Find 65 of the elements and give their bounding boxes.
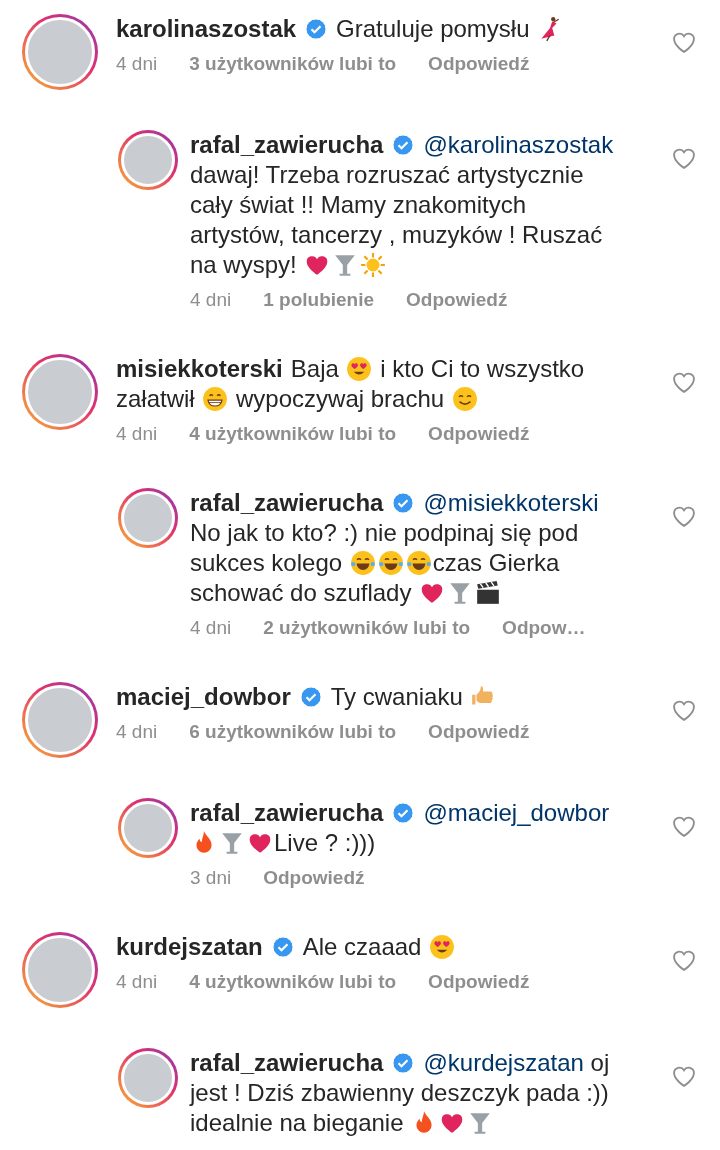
avatar[interactable]: [118, 488, 178, 548]
comment-text: Ty cwaniaku: [330, 683, 464, 710]
comment-text: dawaj! Trzeba rozruszać artystycznie: [190, 161, 584, 188]
username[interactable]: rafal_zawierucha: [190, 1049, 384, 1076]
username[interactable]: rafal_zawierucha: [190, 489, 384, 516]
comment-text: idealnie na bieganie: [190, 1109, 405, 1136]
comment-text: sukces kolego: [190, 549, 344, 576]
avatar[interactable]: [118, 798, 178, 858]
timestamp: 4 dni: [116, 970, 158, 994]
comment-text: Ale czaaad: [302, 933, 423, 960]
username[interactable]: kurdejszatan: [116, 933, 263, 960]
laughing-tears-face-icon: [349, 550, 376, 576]
comment-text: schować do szuflady: [190, 579, 413, 606]
username[interactable]: rafal_zawierucha: [190, 799, 384, 826]
timestamp: 4 dni: [116, 52, 158, 76]
username[interactable]: karolinaszostak: [116, 15, 297, 42]
likes-count-link[interactable]: 2 użytkowników lubi to: [263, 614, 471, 642]
reply-link[interactable]: Odpowiedź: [428, 420, 530, 448]
timestamp: 4 dni: [116, 720, 158, 744]
likes-count-link[interactable]: 1 polubienie: [263, 286, 375, 314]
reply-link[interactable]: Odpowiedź: [406, 286, 508, 314]
comment-text: na wyspy!: [190, 251, 298, 278]
likes-count-link[interactable]: 4 użytkowników lubi to: [189, 420, 397, 448]
mention-link[interactable]: @misiekkoterski: [423, 489, 599, 516]
smiling-face-icon: [451, 386, 478, 412]
comment-text: cały świat !! Mamy znakomitych: [190, 191, 527, 218]
timestamp: 4 dni: [116, 422, 158, 446]
mention-link[interactable]: @kurdejszatan: [423, 1049, 584, 1076]
avatar[interactable]: [118, 1048, 178, 1108]
reply-link[interactable]: Odpowiedź: [428, 50, 530, 78]
grinning-face-icon: [202, 386, 229, 412]
comment-text: Baja: [290, 355, 340, 382]
reply-link[interactable]: Odpowiedź: [263, 864, 365, 892]
cocktail-glass-icon: [219, 830, 245, 856]
timestamp: 4 dni: [190, 288, 232, 312]
laughing-tears-face-icon: [377, 550, 404, 576]
likes-count-link[interactable]: 4 użytkowników lubi to: [189, 968, 397, 996]
username[interactable]: maciej_dowbor: [116, 683, 291, 710]
comment-text: i kto Ci to wszystko: [379, 355, 585, 382]
comment-text: Live ? :))): [274, 829, 376, 856]
avatar[interactable]: [118, 130, 178, 190]
comment-text: No jak to kto? :) nie podpinaj się pod: [190, 519, 579, 546]
laughing-tears-face-icon: [405, 550, 432, 576]
comment-text: oj: [589, 1049, 610, 1076]
username[interactable]: rafal_zawierucha: [190, 131, 384, 158]
comment-text: wypoczywaj brachu: [235, 385, 446, 412]
timestamp: 3 dni: [190, 866, 232, 890]
likes-count-link[interactable]: 3 użytkowników lubi to: [189, 50, 397, 78]
heart-eyes-face-icon: [429, 934, 456, 960]
likes-count-link[interactable]: 6 użytkowników lubi to: [189, 718, 397, 746]
comment-text: czas Gierka: [432, 549, 560, 576]
clapperboard-icon: [475, 580, 502, 606]
heart-eyes-face-icon: [346, 356, 373, 382]
username[interactable]: misiekkoterski: [116, 355, 283, 382]
comment-text: Gratuluje pomysłu: [336, 15, 531, 42]
comment-text: załatwił: [116, 385, 196, 412]
reply-link[interactable]: Odpowiedź: [428, 718, 530, 746]
mention-link[interactable]: @maciej_dowbor: [423, 799, 610, 826]
timestamp: 4 dni: [190, 616, 232, 640]
mention-link[interactable]: @karolinaszostak: [423, 131, 614, 158]
reply-link[interactable]: Odpow…: [502, 614, 586, 642]
comment-text: jest ! Dziś zbawienny deszczyk pada :)): [190, 1079, 609, 1106]
reply-link[interactable]: Odpowiedź: [428, 968, 530, 996]
sun-icon: [360, 252, 387, 278]
comment-text: artystów, tancerzy , muzyków ! Ruszać: [190, 221, 603, 248]
